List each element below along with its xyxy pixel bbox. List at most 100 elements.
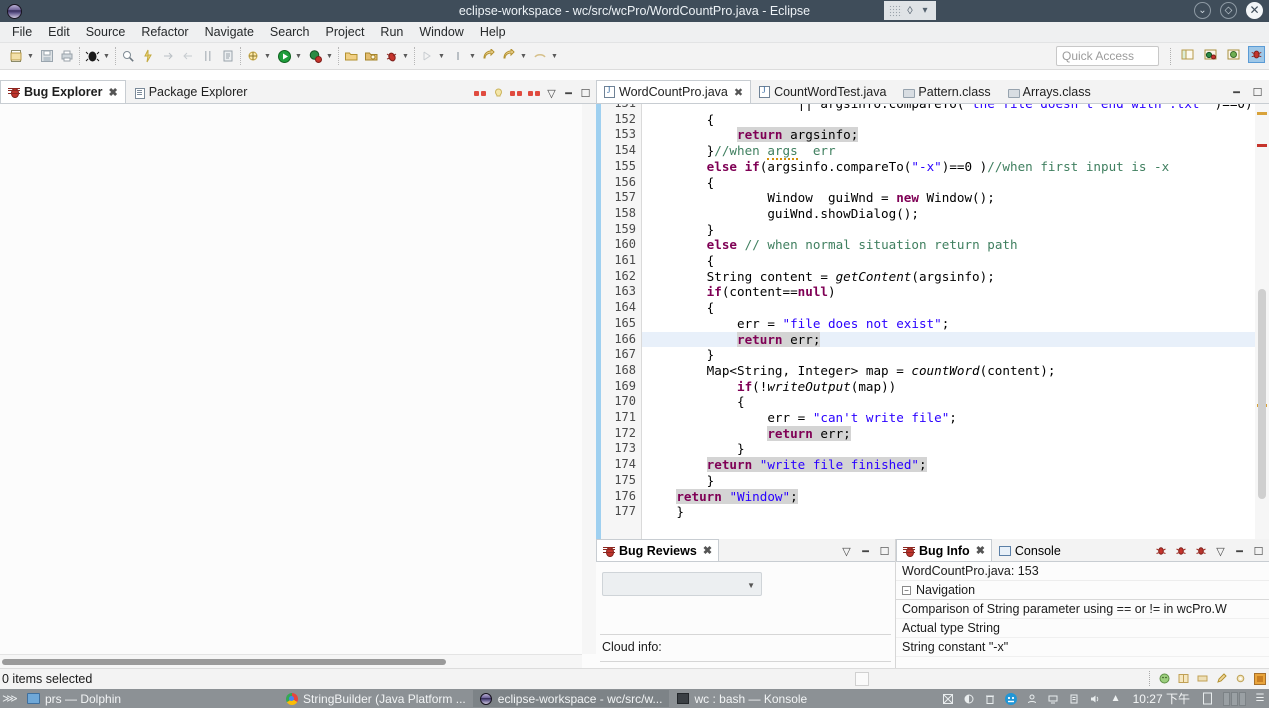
previous-icon[interactable] bbox=[500, 47, 518, 65]
menu-refactor[interactable]: Refactor bbox=[133, 23, 196, 41]
code-line[interactable]: guiWnd.showDialog(); bbox=[642, 206, 1255, 222]
open-perspective-icon[interactable] bbox=[1179, 46, 1196, 63]
scroll-thumb[interactable] bbox=[2, 659, 446, 665]
code-line[interactable]: return err; bbox=[642, 425, 1255, 442]
code-line[interactable]: err = "file does not exist"; bbox=[642, 316, 1255, 332]
lightbulb-icon[interactable] bbox=[491, 86, 505, 100]
undo-icon[interactable] bbox=[531, 47, 549, 65]
new-java-dropdown-icon[interactable]: ▼ bbox=[263, 53, 272, 60]
code-line[interactable]: } bbox=[642, 222, 1255, 238]
external-tools-icon[interactable] bbox=[362, 47, 380, 65]
overview-error-marker[interactable] bbox=[1257, 144, 1267, 147]
view-menu-icon[interactable]: ▽ bbox=[1214, 545, 1227, 558]
code-line[interactable]: return "write file finished"; bbox=[642, 457, 1255, 473]
next-edit-dropdown-icon[interactable]: ▼ bbox=[437, 53, 446, 60]
pager-icon[interactable] bbox=[1223, 691, 1246, 706]
bug-info-row-3[interactable]: String constant "-x" bbox=[896, 638, 1269, 657]
menu-file[interactable]: File bbox=[4, 23, 40, 41]
collapse-icon[interactable]: − bbox=[902, 585, 911, 595]
bug-filter-2-icon[interactable] bbox=[1174, 544, 1188, 558]
bug-filter-icon[interactable] bbox=[1154, 544, 1168, 558]
tab-bug-info[interactable]: Bug Info ✖ bbox=[896, 539, 992, 561]
close-icon[interactable]: ✖ bbox=[109, 86, 118, 99]
tab-bug-explorer[interactable]: Bug Explorer ✖ bbox=[0, 80, 126, 103]
quick-access-input[interactable]: Quick Access bbox=[1056, 46, 1159, 66]
pencil-icon[interactable] bbox=[1214, 671, 1229, 686]
undo-dropdown-icon[interactable]: ▼ bbox=[550, 53, 559, 60]
device-icon[interactable] bbox=[1200, 692, 1214, 706]
back-icon[interactable] bbox=[449, 47, 467, 65]
next-edit-icon[interactable] bbox=[418, 47, 436, 65]
code-line[interactable]: if(content==null) bbox=[642, 284, 1255, 300]
save-icon[interactable] bbox=[38, 47, 56, 65]
group-bugs-icon[interactable] bbox=[509, 86, 523, 100]
chevron-down-icon[interactable]: ▾ bbox=[919, 5, 932, 17]
close-button[interactable]: ✕ bbox=[1246, 2, 1263, 19]
debug-icon[interactable] bbox=[83, 47, 101, 65]
review-designation-dropdown[interactable]: ▼ bbox=[602, 572, 762, 596]
code-line[interactable]: Window guiWnd = new Window(); bbox=[642, 190, 1255, 206]
findbugs-dropdown-icon[interactable]: ▼ bbox=[401, 53, 410, 60]
menu-navigate[interactable]: Navigate bbox=[197, 23, 262, 41]
tab-pattern-class[interactable]: Pattern.class bbox=[894, 80, 998, 103]
code-line[interactable]: { bbox=[642, 300, 1255, 316]
maximize-view-icon[interactable]: ☐ bbox=[878, 545, 891, 558]
run-icon[interactable] bbox=[275, 47, 293, 65]
left-horizontal-scrollbar[interactable] bbox=[0, 654, 582, 668]
overview-warning-marker[interactable] bbox=[1257, 112, 1267, 115]
layout-icon[interactable] bbox=[1195, 671, 1210, 686]
code-line[interactable]: { bbox=[642, 175, 1255, 191]
new-file-icon[interactable] bbox=[7, 47, 25, 65]
code-line[interactable]: || argsinfo.compareTo("the file doesn't … bbox=[642, 104, 1255, 112]
user-icon[interactable] bbox=[1025, 692, 1039, 706]
gear-icon[interactable] bbox=[1233, 671, 1248, 686]
screenshot-icon[interactable] bbox=[941, 692, 955, 706]
menu-search[interactable]: Search bbox=[262, 23, 318, 41]
clock[interactable]: 10:27 下午 bbox=[1130, 690, 1193, 707]
code-line[interactable]: else if(argsinfo.compareTo("-x")==0 )//w… bbox=[642, 159, 1255, 175]
tab-bug-reviews[interactable]: Bug Reviews ✖ bbox=[596, 539, 720, 561]
open-type-icon[interactable] bbox=[342, 47, 360, 65]
maximize-view-icon[interactable]: ☐ bbox=[579, 87, 592, 100]
code-line[interactable]: err = "can't write file"; bbox=[642, 410, 1255, 426]
bug-info-row-1[interactable]: Comparison of String parameter using == … bbox=[896, 600, 1269, 619]
quick-fix-icon[interactable] bbox=[139, 47, 157, 65]
face-icon[interactable] bbox=[1004, 692, 1018, 706]
tab-wordcountpro-java[interactable]: WordCountPro.java ✖ bbox=[596, 80, 752, 103]
show-hidden-icon[interactable]: ▲ bbox=[1109, 692, 1123, 706]
maximize-button[interactable]: ◇ bbox=[1220, 2, 1237, 19]
clipboard-icon[interactable] bbox=[1067, 692, 1081, 706]
minimize-view-icon[interactable]: ━ bbox=[562, 87, 575, 100]
taskbar-item-konsole[interactable]: wc : bash — Konsole bbox=[669, 690, 814, 707]
move-icon[interactable]: ◊ bbox=[904, 5, 917, 17]
code-line[interactable]: return argsinfo; bbox=[642, 127, 1255, 143]
previous-dropdown-icon[interactable]: ▼ bbox=[519, 53, 528, 60]
brightness-icon[interactable] bbox=[962, 692, 976, 706]
tab-arrays-class[interactable]: Arrays.class bbox=[999, 80, 1099, 103]
last-edit-icon[interactable] bbox=[199, 47, 217, 65]
book-icon[interactable] bbox=[1176, 671, 1191, 686]
previous-annotation-icon[interactable] bbox=[179, 47, 197, 65]
java-perspective-icon[interactable] bbox=[1202, 46, 1219, 63]
view-menu-icon[interactable]: ▽ bbox=[840, 545, 853, 558]
code-line[interactable]: } bbox=[642, 504, 1255, 520]
debug-dropdown-icon[interactable]: ▼ bbox=[102, 53, 111, 60]
menu-help[interactable]: Help bbox=[472, 23, 514, 41]
bug-filter-3-icon[interactable] bbox=[1194, 544, 1208, 558]
maximize-editor-icon[interactable]: ☐ bbox=[1251, 86, 1264, 99]
menu-window[interactable]: Window bbox=[411, 23, 471, 41]
new-file-dropdown-icon[interactable]: ▼ bbox=[26, 53, 35, 60]
findbugs-perspective-icon[interactable] bbox=[1248, 46, 1265, 63]
back-dropdown-icon[interactable]: ▼ bbox=[468, 53, 477, 60]
build-icon[interactable] bbox=[1252, 671, 1267, 686]
code-editor[interactable]: 1511521531541551561571581591601611621631… bbox=[596, 104, 1269, 539]
tab-countwordtest-java[interactable]: CountWordTest.java bbox=[751, 80, 894, 103]
findbugs-icon[interactable] bbox=[382, 47, 400, 65]
debug-run-icon[interactable] bbox=[306, 47, 324, 65]
minimize-editor-icon[interactable]: ━ bbox=[1230, 86, 1243, 99]
code-line[interactable]: } bbox=[642, 473, 1255, 489]
bug-info-row-2[interactable]: Actual type String bbox=[896, 619, 1269, 638]
menu-run[interactable]: Run bbox=[372, 23, 411, 41]
minimize-button[interactable]: ⌄ bbox=[1194, 2, 1211, 19]
filter-bugs-icon[interactable] bbox=[473, 86, 487, 100]
